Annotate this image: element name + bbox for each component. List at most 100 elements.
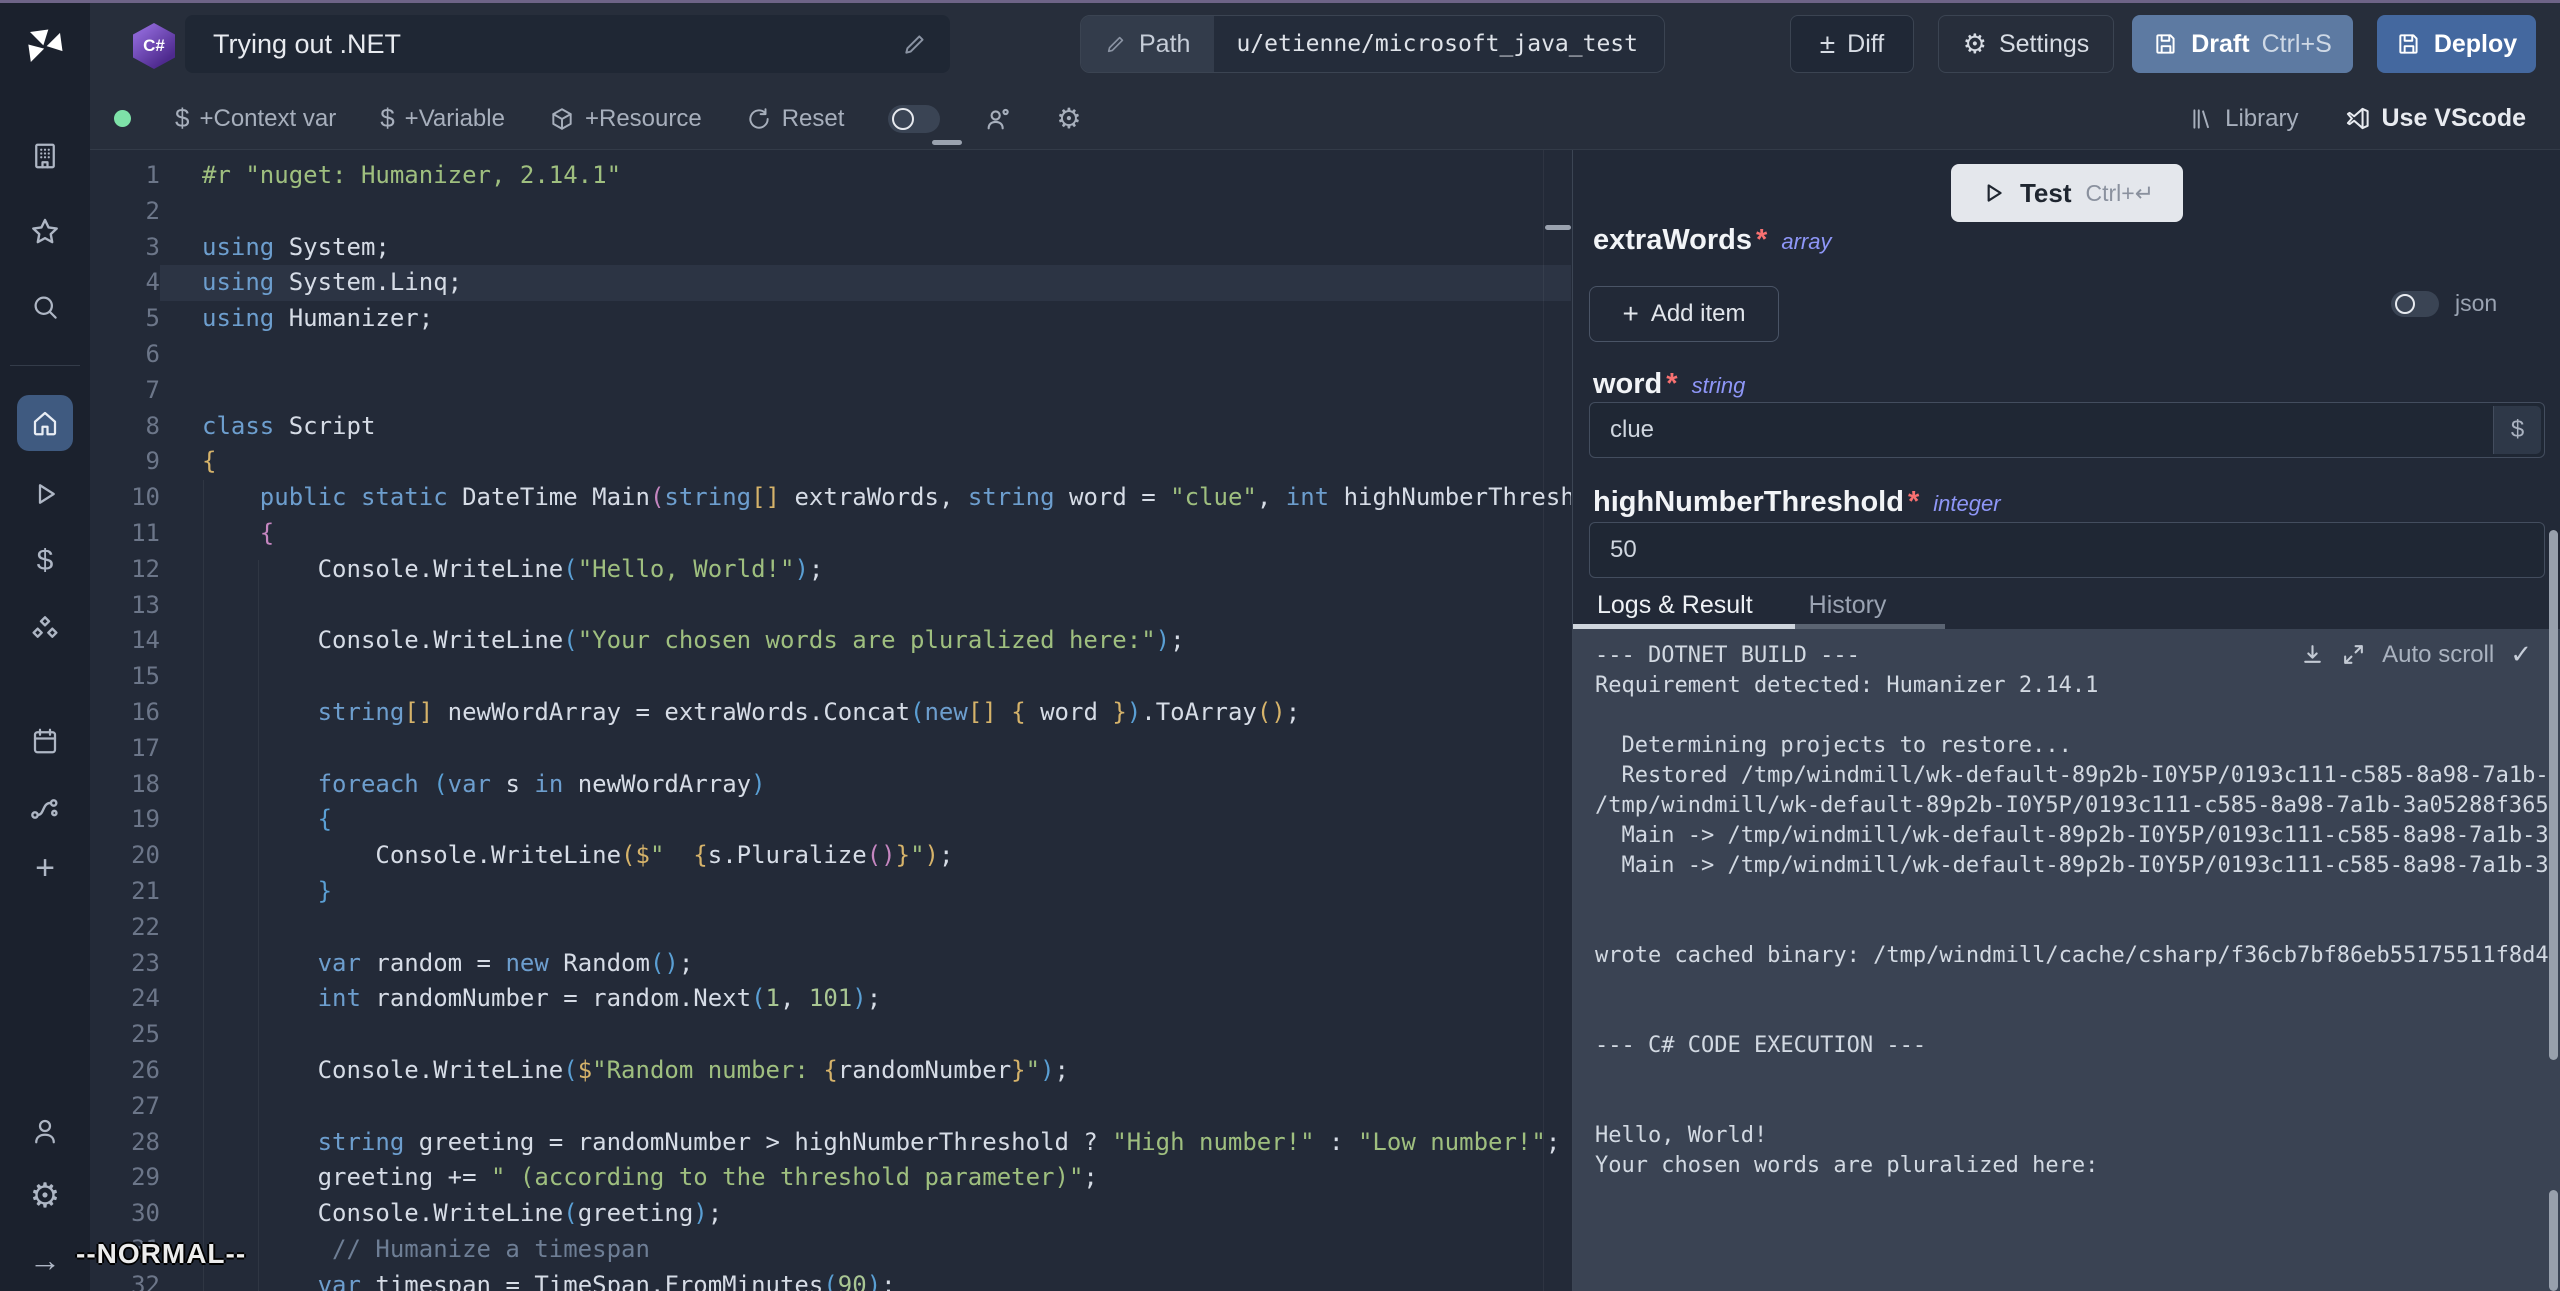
editor-ruler [1543, 150, 1544, 1291]
toolbar-right-group: Library Use VScode [2189, 104, 2560, 133]
line-number: 29 [90, 1160, 160, 1196]
code-line: 21 } [90, 874, 1571, 910]
sidebar-divider [10, 365, 80, 366]
panel-vertical-scrollbar[interactable] [2549, 530, 2558, 1060]
arg-type: array [1781, 229, 1831, 255]
json-toggle-row: json [2391, 290, 2497, 317]
code-line: 8class Script [90, 409, 1571, 445]
log-line: Your chosen words are pluralized here: [1595, 1151, 2560, 1181]
check-icon[interactable]: ✓ [2510, 639, 2532, 670]
arg-name: extraWords [1593, 224, 1752, 257]
search-icon[interactable] [17, 279, 73, 335]
test-button[interactable]: Test Ctrl+↵ [1951, 164, 2183, 222]
code-editor[interactable]: 1#r "nuget: Humanizer, 2.14.1"23using Sy… [90, 150, 1571, 1291]
log-line [1595, 881, 2560, 911]
code-line: 16 string[] newWordArray = extraWords.Co… [90, 695, 1571, 731]
code-line: 15 [90, 659, 1571, 695]
sidebar-item-resources[interactable] [17, 602, 73, 658]
package-icon [549, 106, 575, 132]
favorites-star-icon[interactable] [17, 204, 73, 260]
json-toggle[interactable] [2391, 291, 2439, 317]
json-toggle-label: json [2455, 290, 2497, 317]
sidebar-item-schedules[interactable] [17, 713, 73, 769]
reset-button[interactable]: Reset [746, 105, 845, 133]
library-button[interactable]: Library [2189, 105, 2298, 133]
sidebar-collapse-arrow[interactable]: → [17, 1232, 73, 1288]
line-number: 18 [90, 767, 160, 803]
vscode-icon [2344, 105, 2371, 132]
word-variable-picker-button[interactable]: $ [2493, 406, 2541, 454]
line-number: 27 [90, 1089, 160, 1125]
line-number: 5 [90, 301, 160, 337]
line-number: 20 [90, 838, 160, 874]
word-input[interactable] [1589, 402, 2545, 458]
code-line: 25 [90, 1017, 1571, 1053]
code-line: 7 [90, 373, 1571, 409]
script-title: Trying out .NET [213, 29, 902, 60]
line-number: 16 [90, 695, 160, 731]
path-label: Path [1139, 30, 1190, 59]
deploy-button[interactable]: Deploy [2377, 15, 2536, 73]
code-line: 28 string greeting = randomNumber > high… [90, 1125, 1571, 1161]
log-line: Determining projects to restore... [1595, 731, 2560, 761]
panel-splitter-handle[interactable] [1545, 225, 1571, 230]
arg-extrawords-label: extraWords * array [1593, 224, 1831, 257]
app-window: $ + ⚙ → C# Trying out .NET [0, 0, 2560, 1291]
horizontal-splitter-handle[interactable] [932, 140, 962, 145]
use-vscode-button[interactable]: Use VScode [2344, 104, 2526, 133]
multiplayer-icon[interactable] [984, 105, 1012, 133]
settings-button[interactable]: ⚙ Settings [1938, 15, 2114, 73]
sidebar-item-runs[interactable] [17, 466, 73, 522]
add-context-var-button[interactable]: $ +Context var [175, 103, 336, 134]
csharp-language-badge: C# [133, 23, 175, 69]
line-number: 14 [90, 623, 160, 659]
path-field[interactable]: Path u/etienne/microsoft_java_test [1080, 15, 1665, 73]
sidebar-item-flows[interactable] [17, 781, 73, 837]
diff-button[interactable]: ± Diff [1790, 15, 1914, 73]
code-line: 10 public static DateTime Main(string[] … [90, 480, 1571, 516]
log-line [1595, 1091, 2560, 1121]
path-label-segment: Path [1081, 16, 1214, 72]
code-lines: 1#r "nuget: Humanizer, 2.14.1"23using Sy… [90, 158, 1571, 1291]
gear-icon: ⚙ [30, 1179, 60, 1213]
tab-logs-result[interactable]: Logs & Result [1597, 591, 1753, 620]
workspace-icon[interactable] [17, 128, 73, 184]
download-icon[interactable] [2300, 642, 2325, 667]
add-resource-button[interactable]: +Resource [549, 105, 702, 133]
result-vertical-scrollbar[interactable] [2549, 1190, 2558, 1291]
line-number: 8 [90, 409, 160, 445]
edit-title-pencil-icon[interactable] [902, 31, 928, 57]
code-line: 13 [90, 588, 1571, 624]
code-line: 12 Console.WriteLine("Hello, World!"); [90, 552, 1571, 588]
edit-path-pencil-icon [1105, 33, 1127, 55]
tab-history[interactable]: History [1809, 591, 1887, 620]
deploy-label: Deploy [2434, 30, 2517, 59]
code-line: 6 [90, 337, 1571, 373]
script-title-input[interactable]: Trying out .NET [185, 15, 950, 73]
sidebar: $ + ⚙ → [0, 3, 90, 1291]
add-variable-button[interactable]: $ +Variable [380, 103, 505, 134]
logs-pane[interactable]: --- DOTNET BUILD ---Requirement detected… [1573, 629, 2560, 1291]
gear-icon: ⚙ [1056, 105, 1081, 133]
windmill-logo[interactable] [17, 19, 73, 75]
diff-mode-toggle[interactable] [888, 105, 940, 133]
code-line: 18 foreach (var s in newWordArray) [90, 767, 1571, 803]
draft-label: Draft [2191, 30, 2249, 59]
sidebar-item-account[interactable] [17, 1103, 73, 1159]
log-line: Hello, World! [1595, 1121, 2560, 1151]
threshold-input[interactable] [1589, 522, 2545, 578]
expand-icon[interactable] [2341, 642, 2366, 667]
add-item-button[interactable]: + Add item [1589, 286, 1779, 342]
sidebar-item-settings[interactable]: ⚙ [17, 1168, 73, 1224]
code-line: 1#r "nuget: Humanizer, 2.14.1" [90, 158, 1571, 194]
arg-name: word [1593, 368, 1662, 401]
result-tabbar: Logs & Result History [1573, 582, 2560, 628]
sidebar-item-variables[interactable]: $ [17, 533, 73, 589]
log-line [1595, 701, 2560, 731]
editor-settings-icon[interactable]: ⚙ [1056, 105, 1081, 133]
draft-button[interactable]: Draft Ctrl+S [2132, 15, 2353, 73]
add-variable-label: +Variable [405, 105, 505, 133]
sidebar-item-add[interactable]: + [17, 840, 73, 896]
line-number: 24 [90, 981, 160, 1017]
sidebar-item-home[interactable] [17, 395, 73, 451]
